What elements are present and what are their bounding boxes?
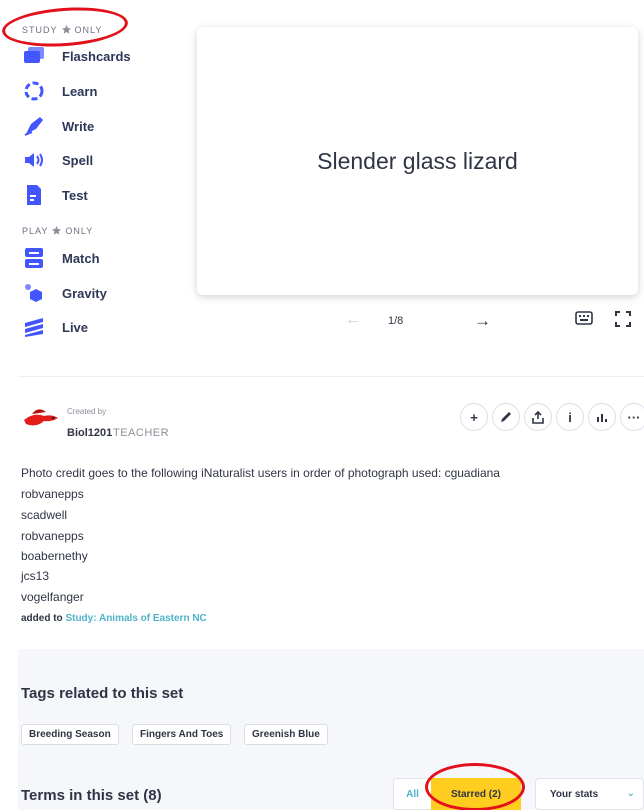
match-icon (22, 246, 46, 270)
nav-item-label: Test (62, 187, 88, 203)
terms-title: Terms in this set (8) (21, 787, 162, 804)
added-to-prefix: added to (21, 613, 63, 624)
edit-button[interactable] (492, 403, 520, 431)
description-line: scadwell (21, 508, 68, 522)
creator-role-badge: TEACHER (113, 427, 170, 439)
info-button[interactable]: i (556, 403, 584, 431)
test-icon (22, 183, 46, 207)
nav-item-live[interactable]: Live (22, 314, 88, 340)
description-line: vogelfanger (21, 590, 84, 604)
tag-chip[interactable]: Breeding Season (21, 724, 119, 745)
fullscreen-icon (615, 311, 631, 327)
added-to-folder: added to Study: Animals of Eastern NC (21, 613, 207, 624)
nav-item-match[interactable]: Match (22, 245, 100, 271)
description-line: Photo credit goes to the following iNatu… (21, 466, 500, 480)
nav-item-learn[interactable]: Learn (22, 78, 97, 104)
nav-item-label: Flashcards (62, 48, 131, 64)
live-icon (22, 315, 46, 339)
fullscreen-button[interactable] (615, 311, 631, 331)
tags-title: Tags related to this set (21, 685, 184, 702)
keyboard-shortcuts-button[interactable] (575, 311, 593, 331)
spell-icon (22, 148, 46, 172)
ellipsis-icon: ··· (627, 409, 641, 425)
created-by-label: Created by (67, 407, 107, 416)
annotation-oval-starred (425, 763, 525, 810)
creator-username[interactable]: Biol1201 (67, 427, 112, 439)
description-line: boabernethy (21, 549, 88, 563)
pencil-icon (501, 412, 511, 422)
add-to-folder-button[interactable]: + (460, 403, 488, 431)
flashcards-icon (22, 44, 46, 68)
play-only-label: PLAY ONLY (22, 225, 93, 236)
star-icon (52, 225, 62, 235)
nav-item-label: Gravity (62, 285, 107, 301)
arrow-left-icon: ← (345, 311, 361, 328)
share-icon (532, 410, 544, 424)
only-label-text: ONLY (74, 24, 103, 35)
arrow-right-icon: → (474, 311, 491, 330)
nav-item-gravity[interactable]: Gravity (22, 280, 107, 306)
avatar[interactable] (22, 404, 60, 432)
flashcard[interactable]: Slender glass lizard (197, 27, 638, 295)
description-line: robvanepps (21, 529, 84, 543)
your-stats-label: Your stats (550, 788, 599, 800)
card-counter: 1/8 (388, 315, 404, 327)
nav-item-label: Write (62, 118, 95, 134)
nav-item-label: Spell (62, 152, 94, 168)
share-button[interactable] (524, 403, 552, 431)
nav-item-write[interactable]: Write (22, 113, 94, 139)
tag-chip[interactable]: Fingers And Toes (132, 724, 232, 745)
flashcard-term: Slender glass lizard (317, 147, 518, 174)
nav-item-flashcards[interactable]: Flashcards (22, 43, 131, 69)
nav-item-label: Match (62, 250, 100, 266)
keyboard-icon (575, 311, 593, 325)
your-stats-select[interactable]: Your stats ⌄ (535, 778, 644, 810)
gravity-icon (22, 281, 46, 305)
next-card-button[interactable]: → (474, 311, 491, 331)
folder-link[interactable]: Study: Animals of Eastern NC (65, 613, 206, 624)
section-divider (18, 376, 644, 377)
only-label-text: ONLY (65, 225, 94, 236)
star-icon (61, 24, 71, 34)
nav-item-label: Learn (62, 83, 98, 99)
study-only-label: STUDY ONLY (22, 24, 102, 35)
learn-icon (22, 79, 46, 103)
write-icon (22, 114, 46, 138)
more-options-button[interactable]: ··· (620, 403, 644, 431)
chevron-down-icon: ⌄ (626, 788, 635, 799)
description-line: jcs13 (21, 569, 50, 583)
nav-item-test[interactable]: Test (22, 182, 88, 208)
study-label-text: STUDY (22, 24, 58, 35)
bar-chart-icon (597, 414, 607, 422)
stats-button[interactable] (588, 403, 616, 431)
info-icon: i (568, 409, 572, 425)
plus-icon: + (470, 409, 478, 425)
previous-card-button[interactable]: ← (345, 311, 361, 331)
betta-fish-avatar-icon (24, 409, 58, 426)
tag-chip[interactable]: Greenish Blue (244, 724, 328, 745)
nav-item-spell[interactable]: Spell (22, 147, 93, 173)
play-label-text: PLAY (22, 225, 49, 236)
nav-item-label: Live (62, 319, 89, 335)
description-line: robvanepps (21, 487, 84, 501)
